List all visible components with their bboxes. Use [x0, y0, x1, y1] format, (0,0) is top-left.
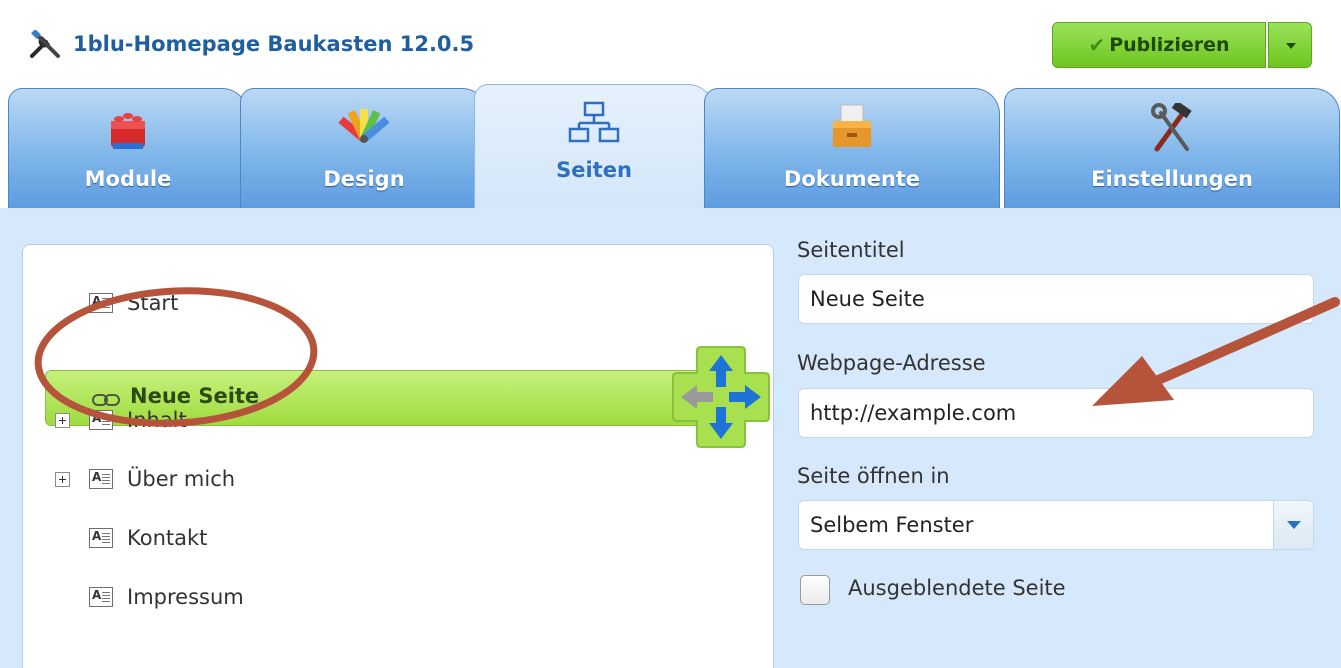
expand-plus-icon[interactable]: [55, 413, 70, 428]
tab-einstellungen-label: Einstellungen: [1091, 167, 1253, 191]
seitentitel-label: Seitentitel: [797, 238, 905, 262]
tools-icon: [30, 30, 60, 58]
page-icon: A: [89, 469, 113, 489]
document-box-icon: [833, 104, 871, 147]
hammer-wrench-icon: [1151, 103, 1192, 152]
tab-seiten-label: Seiten: [556, 158, 632, 182]
link-icon: [92, 394, 120, 406]
tree-item-label: Inhalt: [127, 408, 187, 432]
app-header: 1blu-Homepage Baukasten 12.0.5 ✔ Publizi…: [0, 0, 1341, 88]
page-icon: A: [89, 587, 113, 607]
main-tab-bar: Module Design Seiten Dokumente Einstellu…: [0, 84, 1341, 212]
select-value: Selbem Fenster: [810, 513, 974, 537]
seite-oeffnen-in-label: Seite öffnen in: [797, 464, 950, 488]
publish-label: Publizieren: [1109, 34, 1230, 56]
tree-item-label: Über mich: [127, 467, 236, 491]
color-palette-icon: [338, 109, 390, 143]
tree-item-label: Impressum: [127, 585, 244, 609]
tab-dokumente-label: Dokumente: [783, 167, 921, 191]
tab-einstellungen[interactable]: Einstellungen: [1004, 88, 1340, 210]
tab-design[interactable]: Design: [240, 88, 488, 210]
publish-group: ✔ Publizieren: [1052, 22, 1312, 68]
chevron-down-icon[interactable]: [1273, 501, 1313, 549]
move-arrows-icon[interactable]: [669, 343, 773, 451]
page-icon: A: [89, 410, 113, 430]
tab-seiten[interactable]: Seiten: [474, 84, 714, 212]
checkmark-icon: ✔: [1088, 33, 1106, 57]
page-icon: A: [89, 528, 113, 548]
publish-dropdown-caret-icon[interactable]: [1268, 22, 1312, 68]
tab-module[interactable]: Module: [8, 88, 248, 210]
ausgeblendete-seite-label[interactable]: Ausgeblendete Seite: [848, 576, 1066, 600]
sitemap-icon: [568, 101, 620, 143]
ausgeblendete-seite-checkbox[interactable]: [800, 575, 830, 605]
webpage-adresse-input[interactable]: [798, 388, 1314, 438]
expand-plus-icon[interactable]: [55, 472, 70, 487]
app-title: 1blu-Homepage Baukasten 12.0.5: [73, 32, 475, 56]
page-icon: A: [89, 293, 113, 313]
tab-module-label: Module: [84, 167, 172, 191]
tree-item-label: Start: [127, 291, 179, 315]
tab-design-label: Design: [323, 167, 405, 191]
webpage-adresse-label: Webpage-Adresse: [797, 351, 986, 375]
tree-item-label: Neue Seite: [130, 384, 260, 408]
tab-dokumente[interactable]: Dokumente: [704, 88, 1000, 210]
lego-brick-icon: [111, 113, 145, 149]
tree-item-label: Kontakt: [127, 526, 208, 550]
content-area: A Start Neue Seite A Inhalt A Über mich: [0, 208, 1341, 668]
page-tree-panel: A Start Neue Seite A Inhalt A Über mich: [22, 244, 774, 668]
publish-button[interactable]: ✔ Publizieren: [1052, 22, 1266, 68]
seitentitel-input[interactable]: [798, 274, 1314, 324]
seite-oeffnen-in-select[interactable]: Selbem Fenster: [798, 500, 1314, 550]
